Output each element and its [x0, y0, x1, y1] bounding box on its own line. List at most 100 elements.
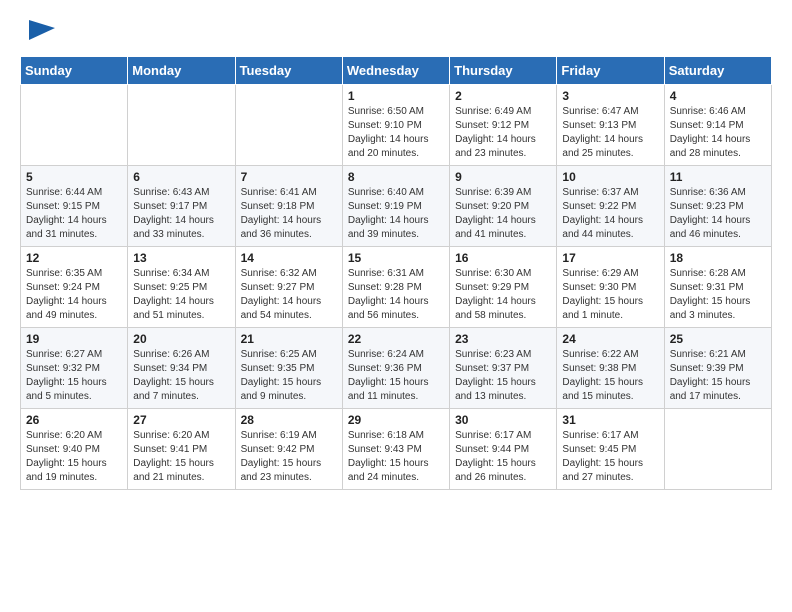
- day-info: Sunrise: 6:25 AM Sunset: 9:35 PM Dayligh…: [241, 348, 337, 404]
- day-info: Sunrise: 6:26 AM Sunset: 9:34 PM Dayligh…: [133, 348, 229, 404]
- day-info: Sunrise: 6:17 AM Sunset: 9:44 PM Dayligh…: [455, 429, 551, 485]
- weekday-header-tuesday: Tuesday: [235, 57, 342, 85]
- weekday-header-wednesday: Wednesday: [342, 57, 449, 85]
- day-number: 25: [670, 332, 766, 346]
- day-number: 29: [348, 413, 444, 427]
- calendar-cell: 31 Sunrise: 6:17 AM Sunset: 9:45 PM Dayli…: [557, 409, 664, 490]
- calendar-cell: 10 Sunrise: 6:37 AM Sunset: 9:22 PM Dayli…: [557, 166, 664, 247]
- weekday-header-saturday: Saturday: [664, 57, 771, 85]
- day-info: Sunrise: 6:40 AM Sunset: 9:19 PM Dayligh…: [348, 186, 444, 242]
- day-number: 2: [455, 89, 551, 103]
- day-number: 21: [241, 332, 337, 346]
- day-info: Sunrise: 6:20 AM Sunset: 9:41 PM Dayligh…: [133, 429, 229, 485]
- weekday-header-thursday: Thursday: [450, 57, 557, 85]
- day-info: Sunrise: 6:32 AM Sunset: 9:27 PM Dayligh…: [241, 267, 337, 323]
- weekday-header-row: SundayMondayTuesdayWednesdayThursdayFrid…: [21, 57, 772, 85]
- calendar-cell: 8 Sunrise: 6:40 AM Sunset: 9:19 PM Daylig…: [342, 166, 449, 247]
- calendar-week-3: 12 Sunrise: 6:35 AM Sunset: 9:24 PM Dayli…: [21, 247, 772, 328]
- calendar-cell: 24Sunrise: 6:22 AM Sunset: 9:38 PM Dayli…: [557, 328, 664, 409]
- day-info: Sunrise: 6:43 AM Sunset: 9:17 PM Dayligh…: [133, 186, 229, 242]
- day-info: Sunrise: 6:20 AM Sunset: 9:40 PM Dayligh…: [26, 429, 122, 485]
- calendar-cell: 27 Sunrise: 6:20 AM Sunset: 9:41 PM Dayli…: [128, 409, 235, 490]
- day-number: 5: [26, 170, 122, 184]
- day-number: 14: [241, 251, 337, 265]
- calendar-week-5: 26 Sunrise: 6:20 AM Sunset: 9:40 PM Dayli…: [21, 409, 772, 490]
- calendar-week-2: 5 Sunrise: 6:44 AM Sunset: 9:15 PM Daylig…: [21, 166, 772, 247]
- day-number: 24: [562, 332, 658, 346]
- day-number: 1: [348, 89, 444, 103]
- day-number: 4: [670, 89, 766, 103]
- calendar-cell: 1Sunrise: 6:50 AM Sunset: 9:10 PM Daylig…: [342, 85, 449, 166]
- day-info: Sunrise: 6:34 AM Sunset: 9:25 PM Dayligh…: [133, 267, 229, 323]
- day-number: 8: [348, 170, 444, 184]
- day-info: Sunrise: 6:18 AM Sunset: 9:43 PM Dayligh…: [348, 429, 444, 485]
- calendar-cell: [664, 409, 771, 490]
- calendar-cell: 16 Sunrise: 6:30 AM Sunset: 9:29 PM Dayli…: [450, 247, 557, 328]
- logo-icon: [27, 18, 57, 48]
- calendar-cell: 9 Sunrise: 6:39 AM Sunset: 9:20 PM Daylig…: [450, 166, 557, 247]
- calendar-cell: 15Sunrise: 6:31 AM Sunset: 9:28 PM Dayli…: [342, 247, 449, 328]
- day-info: Sunrise: 6:47 AM Sunset: 9:13 PM Dayligh…: [562, 105, 658, 161]
- calendar-week-1: 1Sunrise: 6:50 AM Sunset: 9:10 PM Daylig…: [21, 85, 772, 166]
- calendar-cell: 23Sunrise: 6:23 AM Sunset: 9:37 PM Dayli…: [450, 328, 557, 409]
- day-info: Sunrise: 6:49 AM Sunset: 9:12 PM Dayligh…: [455, 105, 551, 161]
- calendar-cell: 22Sunrise: 6:24 AM Sunset: 9:36 PM Dayli…: [342, 328, 449, 409]
- calendar-cell: 30 Sunrise: 6:17 AM Sunset: 9:44 PM Dayli…: [450, 409, 557, 490]
- day-number: 28: [241, 413, 337, 427]
- day-info: Sunrise: 6:28 AM Sunset: 9:31 PM Dayligh…: [670, 267, 766, 323]
- page-header: [0, 0, 792, 56]
- day-info: Sunrise: 6:21 AM Sunset: 9:39 PM Dayligh…: [670, 348, 766, 404]
- day-info: Sunrise: 6:36 AM Sunset: 9:23 PM Dayligh…: [670, 186, 766, 242]
- calendar-cell: 17 Sunrise: 6:29 AM Sunset: 9:30 PM Dayli…: [557, 247, 664, 328]
- day-number: 31: [562, 413, 658, 427]
- day-number: 17: [562, 251, 658, 265]
- day-number: 15: [348, 251, 444, 265]
- weekday-header-friday: Friday: [557, 57, 664, 85]
- day-info: Sunrise: 6:39 AM Sunset: 9:20 PM Dayligh…: [455, 186, 551, 242]
- day-number: 26: [26, 413, 122, 427]
- calendar-cell: 20Sunrise: 6:26 AM Sunset: 9:34 PM Dayli…: [128, 328, 235, 409]
- weekday-header-sunday: Sunday: [21, 57, 128, 85]
- day-number: 27: [133, 413, 229, 427]
- day-number: 16: [455, 251, 551, 265]
- day-info: Sunrise: 6:44 AM Sunset: 9:15 PM Dayligh…: [26, 186, 122, 242]
- calendar-cell: 5 Sunrise: 6:44 AM Sunset: 9:15 PM Daylig…: [21, 166, 128, 247]
- calendar-cell: 6 Sunrise: 6:43 AM Sunset: 9:17 PM Daylig…: [128, 166, 235, 247]
- calendar-table: SundayMondayTuesdayWednesdayThursdayFrid…: [20, 56, 772, 490]
- day-number: 10: [562, 170, 658, 184]
- day-info: Sunrise: 6:37 AM Sunset: 9:22 PM Dayligh…: [562, 186, 658, 242]
- day-number: 12: [26, 251, 122, 265]
- day-number: 13: [133, 251, 229, 265]
- calendar-cell: 4 Sunrise: 6:46 AM Sunset: 9:14 PM Daylig…: [664, 85, 771, 166]
- calendar-cell: 25 Sunrise: 6:21 AM Sunset: 9:39 PM Dayli…: [664, 328, 771, 409]
- calendar-cell: 13 Sunrise: 6:34 AM Sunset: 9:25 PM Dayli…: [128, 247, 235, 328]
- day-number: 9: [455, 170, 551, 184]
- calendar-week-4: 19Sunrise: 6:27 AM Sunset: 9:32 PM Dayli…: [21, 328, 772, 409]
- calendar-cell: [128, 85, 235, 166]
- day-info: Sunrise: 6:17 AM Sunset: 9:45 PM Dayligh…: [562, 429, 658, 485]
- day-info: Sunrise: 6:35 AM Sunset: 9:24 PM Dayligh…: [26, 267, 122, 323]
- calendar-cell: 21 Sunrise: 6:25 AM Sunset: 9:35 PM Dayli…: [235, 328, 342, 409]
- calendar-cell: 19Sunrise: 6:27 AM Sunset: 9:32 PM Dayli…: [21, 328, 128, 409]
- calendar-cell: 26 Sunrise: 6:20 AM Sunset: 9:40 PM Dayli…: [21, 409, 128, 490]
- calendar-cell: 7Sunrise: 6:41 AM Sunset: 9:18 PM Daylig…: [235, 166, 342, 247]
- calendar-wrapper: SundayMondayTuesdayWednesdayThursdayFrid…: [0, 56, 792, 504]
- logo: [24, 18, 57, 46]
- day-number: 22: [348, 332, 444, 346]
- calendar-cell: 28Sunrise: 6:19 AM Sunset: 9:42 PM Dayli…: [235, 409, 342, 490]
- day-number: 11: [670, 170, 766, 184]
- day-number: 6: [133, 170, 229, 184]
- day-number: 18: [670, 251, 766, 265]
- calendar-cell: 29 Sunrise: 6:18 AM Sunset: 9:43 PM Dayli…: [342, 409, 449, 490]
- day-info: Sunrise: 6:30 AM Sunset: 9:29 PM Dayligh…: [455, 267, 551, 323]
- day-info: Sunrise: 6:29 AM Sunset: 9:30 PM Dayligh…: [562, 267, 658, 323]
- day-info: Sunrise: 6:23 AM Sunset: 9:37 PM Dayligh…: [455, 348, 551, 404]
- calendar-cell: 12 Sunrise: 6:35 AM Sunset: 9:24 PM Dayli…: [21, 247, 128, 328]
- calendar-cell: 18 Sunrise: 6:28 AM Sunset: 9:31 PM Dayli…: [664, 247, 771, 328]
- day-info: Sunrise: 6:27 AM Sunset: 9:32 PM Dayligh…: [26, 348, 122, 404]
- weekday-header-monday: Monday: [128, 57, 235, 85]
- day-number: 3: [562, 89, 658, 103]
- calendar-cell: 3 Sunrise: 6:47 AM Sunset: 9:13 PM Daylig…: [557, 85, 664, 166]
- day-number: 30: [455, 413, 551, 427]
- day-info: Sunrise: 6:46 AM Sunset: 9:14 PM Dayligh…: [670, 105, 766, 161]
